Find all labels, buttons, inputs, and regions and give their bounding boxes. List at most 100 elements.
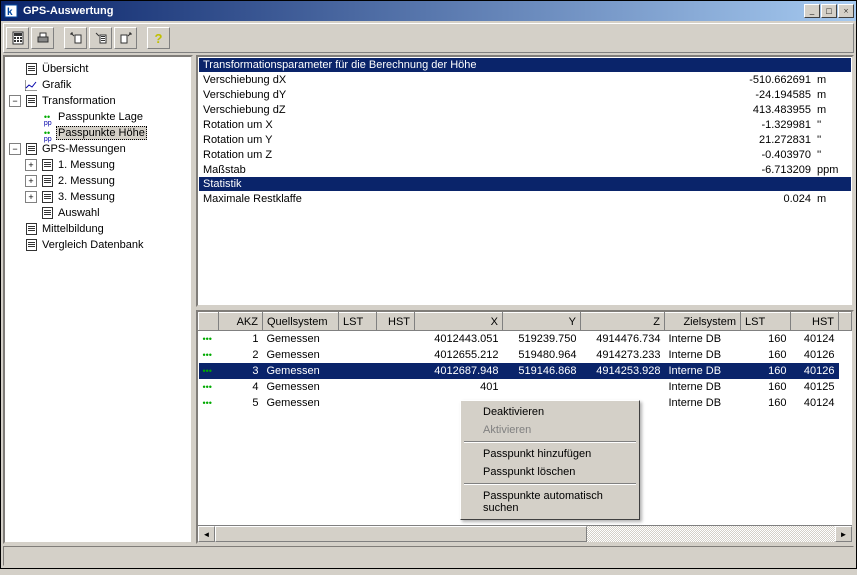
column-header[interactable]: X [415, 313, 503, 331]
param-label: Maximale Restklaffe [203, 193, 697, 205]
row-icon-header[interactable] [199, 313, 219, 331]
table-row[interactable]: •••3Gemessen4012687.948519146.8684914253… [199, 363, 852, 379]
cell-hst [377, 347, 415, 363]
cell-zielsystem: Interne DB [665, 379, 741, 395]
cell-zielsystem: Interne DB [665, 347, 741, 363]
doc-icon [40, 206, 54, 220]
param-value: -6.713209 [697, 164, 817, 176]
param-unit: m [817, 74, 847, 86]
parameter-panel: Transformationsparameter für die Berechn… [196, 55, 854, 307]
tree-item-passpunkte-hoehe[interactable]: Passpunkte Höhe [56, 126, 147, 140]
menu-item-passpunkt-loeschen[interactable]: Passpunkt löschen [463, 463, 637, 481]
cell-hst2: 40124 [791, 331, 839, 347]
passpunkt-icon: •• [40, 110, 54, 124]
tool-export1-button[interactable] [64, 27, 87, 49]
expand-toggle[interactable]: + [25, 159, 37, 171]
horizontal-scrollbar[interactable]: ◄ ► [198, 525, 852, 542]
param-value: 0.024 [697, 193, 817, 205]
passpunkt-icon: ••• [203, 350, 212, 360]
tree-item-mittelbildung[interactable]: Mittelbildung [40, 223, 106, 235]
tree-item-messung-1[interactable]: 1. Messung [56, 159, 117, 171]
column-header[interactable] [839, 313, 852, 331]
passpunkt-icon: ••• [203, 366, 212, 376]
table-row[interactable]: •••4Gemessen401Interne DB16040125 [199, 379, 852, 395]
menu-item-passpunkt-hinzufuegen[interactable]: Passpunkt hinzufügen [463, 445, 637, 463]
cell-akz: 5 [219, 395, 263, 411]
column-header[interactable]: Y [503, 313, 581, 331]
tool-print-button[interactable] [31, 27, 54, 49]
scroll-right-button[interactable]: ► [835, 526, 852, 542]
tree-item-auswahl[interactable]: Auswahl [56, 207, 102, 219]
column-header[interactable]: HST [791, 313, 839, 331]
cell-lst2: 160 [741, 331, 791, 347]
tree-item-transformation[interactable]: Transformation [40, 95, 118, 107]
column-header[interactable]: AKZ [219, 313, 263, 331]
app-icon: k [3, 3, 19, 19]
expand-toggle[interactable]: + [25, 175, 37, 187]
row-icon-cell: ••• [199, 347, 219, 363]
cell-lst [339, 347, 377, 363]
cell-x: 4012655.212 [415, 347, 503, 363]
table-row[interactable]: •••1Gemessen4012443.051519239.7504914476… [199, 331, 852, 347]
menu-item-auto-suchen[interactable]: Passpunkte automatisch suchen [463, 487, 637, 517]
cell-hst2: 40125 [791, 379, 839, 395]
cell-lst [339, 331, 377, 347]
cell-hst [377, 395, 415, 411]
param-label: Verschiebung dY [203, 89, 697, 101]
tool-calc-button[interactable] [6, 27, 29, 49]
column-header[interactable]: Zielsystem [665, 313, 741, 331]
param-label: Rotation um Z [203, 149, 697, 161]
close-button[interactable]: × [838, 4, 854, 18]
window-title: GPS-Auswertung [23, 5, 804, 17]
param-unit: '' [817, 119, 847, 131]
main-window: k GPS-Auswertung _ □ × ? Übersicht Grafi… [0, 0, 857, 569]
cell-lst [339, 379, 377, 395]
cell-akz: 3 [219, 363, 263, 379]
expand-toggle[interactable]: + [25, 191, 37, 203]
tree-item-passpunkte-lage[interactable]: Passpunkte Lage [56, 111, 145, 123]
passpunkt-icon: •• [40, 126, 54, 140]
passpunkt-icon: ••• [203, 334, 212, 344]
tree-item-gps-messungen[interactable]: GPS-Messungen [40, 143, 128, 155]
column-header[interactable]: Z [581, 313, 665, 331]
context-menu: Deaktivieren Aktivieren Passpunkt hinzuf… [460, 400, 640, 520]
cell-hst [377, 363, 415, 379]
column-header[interactable]: LST [741, 313, 791, 331]
tree-view[interactable]: Übersicht Grafik − Transformation ••Passp… [3, 55, 193, 544]
tree-item-messung-2[interactable]: 2. Messung [56, 175, 117, 187]
param-label: Rotation um Y [203, 134, 697, 146]
minimize-button[interactable]: _ [804, 4, 820, 18]
tree-item-messung-3[interactable]: 3. Messung [56, 191, 117, 203]
row-icon-cell: ••• [199, 379, 219, 395]
doc-icon [24, 94, 38, 108]
cell-x: 401 [415, 379, 503, 395]
cell-lst2: 160 [741, 363, 791, 379]
param-label: Verschiebung dX [203, 74, 697, 86]
param-value: 413.483955 [697, 104, 817, 116]
statusbar [3, 546, 854, 566]
collapse-toggle[interactable]: − [9, 95, 21, 107]
cell-lst2: 160 [741, 347, 791, 363]
cell-y: 519480.964 [503, 347, 581, 363]
menu-item-deaktivieren[interactable]: Deaktivieren [463, 403, 637, 421]
collapse-toggle[interactable]: − [9, 143, 21, 155]
svg-text:k: k [7, 7, 13, 18]
param-header-statistik: Statistik [199, 177, 851, 191]
column-header[interactable]: HST [377, 313, 415, 331]
tool-export2-button[interactable] [89, 27, 112, 49]
tree-item-overview[interactable]: Übersicht [40, 63, 90, 75]
column-header[interactable]: LST [339, 313, 377, 331]
tree-item-grafik[interactable]: Grafik [40, 79, 73, 91]
column-header[interactable]: Quellsystem [263, 313, 339, 331]
tree-item-vergleich-db[interactable]: Vergleich Datenbank [40, 239, 146, 251]
tool-help-button[interactable]: ? [147, 27, 170, 49]
tool-export3-button[interactable] [114, 27, 137, 49]
cell-akz: 4 [219, 379, 263, 395]
titlebar: k GPS-Auswertung _ □ × [1, 1, 856, 21]
table-row[interactable]: •••2Gemessen4012655.212519480.9644914273… [199, 347, 852, 363]
scroll-left-button[interactable]: ◄ [198, 526, 215, 542]
cell-lst2: 160 [741, 395, 791, 411]
param-unit: m [817, 104, 847, 116]
maximize-button[interactable]: □ [821, 4, 837, 18]
doc-icon [24, 238, 38, 252]
